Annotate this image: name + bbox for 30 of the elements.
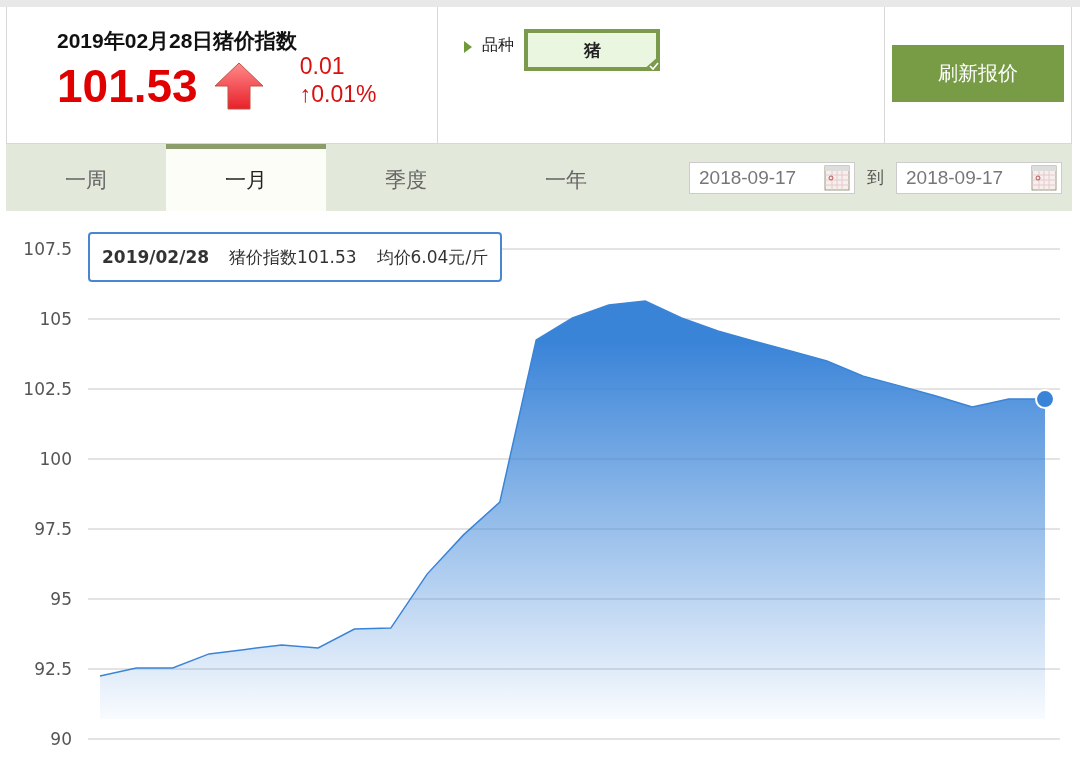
- triangle-icon: [464, 41, 472, 53]
- period-tab[interactable]: 一月: [166, 144, 326, 211]
- index-title: 2019年02月28日猪价指数: [57, 28, 299, 54]
- up-arrow-icon: [213, 62, 264, 110]
- y-axis-label: 102.5: [23, 379, 72, 399]
- tooltip-index: 猪价指数101.53: [229, 245, 357, 269]
- range-separator: 到: [867, 166, 884, 189]
- calendar-icon[interactable]: [824, 164, 850, 191]
- start-date-field[interactable]: 2018-09-17: [689, 161, 855, 194]
- change-percent: ↑0.01%: [299, 80, 377, 108]
- tooltip-date: 2019/02/28: [102, 247, 210, 267]
- data-point[interactable]: [1035, 389, 1055, 410]
- calendar-icon[interactable]: [1031, 164, 1057, 191]
- y-axis-label: 97.5: [34, 519, 72, 539]
- refresh-button[interactable]: 刷新报价: [892, 45, 1064, 102]
- period-tab[interactable]: 一周: [6, 144, 166, 211]
- variety-option[interactable]: 猪: [524, 29, 660, 71]
- change-value: 0.01: [299, 52, 346, 80]
- y-axis-label: 100: [39, 449, 72, 469]
- tooltip-price: 均价6.04元/斤: [376, 245, 489, 269]
- y-axis-label: 95: [50, 589, 72, 609]
- period-tab[interactable]: 季度: [326, 144, 486, 211]
- y-axis-label: 105: [39, 309, 72, 329]
- y-axis-label: 107.5: [23, 239, 72, 259]
- end-date-field[interactable]: 2018-09-17: [896, 161, 1062, 194]
- y-axis-label: 90: [50, 729, 72, 749]
- y-axis-label: 92.5: [34, 659, 72, 679]
- index-value: 101.53: [57, 59, 198, 113]
- variety-label: 品种: [482, 35, 514, 56]
- period-tab[interactable]: 一年: [486, 144, 646, 211]
